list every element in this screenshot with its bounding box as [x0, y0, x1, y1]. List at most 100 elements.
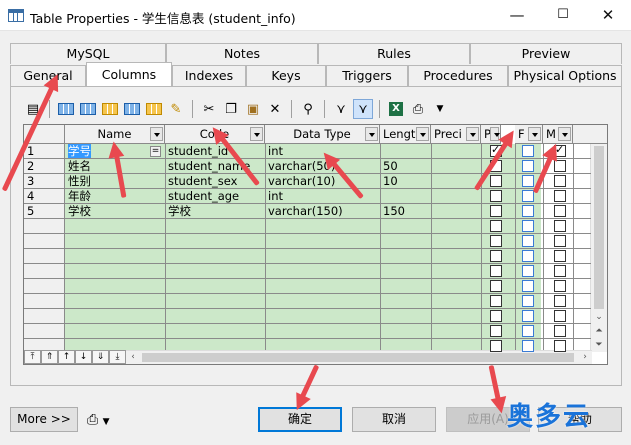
print-icon[interactable]: ⎙ [408, 99, 428, 119]
primary-checkbox[interactable] [490, 265, 502, 277]
primary-checkbox[interactable] [490, 175, 502, 187]
cell-length[interactable] [380, 189, 431, 204]
cell-code[interactable]: 学校 [165, 204, 265, 219]
tab-columns[interactable]: Columns [86, 62, 172, 86]
minimize-button[interactable]: — [494, 0, 540, 31]
scroll-top-arrow-icon[interactable]: ⏶ [591, 324, 607, 338]
dropdown-icon[interactable] [558, 127, 571, 141]
scroll-left-arrow-icon[interactable]: ‹ [126, 351, 140, 364]
mandatory-checkbox[interactable] [554, 325, 566, 337]
key-icon[interactable]: ✎ [166, 99, 186, 119]
foreign-checkbox[interactable] [522, 340, 534, 352]
dropdown-icon[interactable] [365, 127, 378, 141]
move-page-up-icon[interactable]: ⇑ [41, 350, 58, 364]
dropdown-icon[interactable] [250, 127, 263, 141]
primary-checkbox[interactable] [490, 220, 502, 232]
mandatory-checkbox[interactable] [554, 205, 566, 217]
row-number[interactable]: 5 [24, 204, 65, 219]
tab-keys[interactable]: Keys [246, 65, 326, 86]
foreign-checkbox[interactable] [522, 220, 534, 232]
cell-name[interactable]: 学校 [65, 204, 165, 219]
mandatory-checkbox[interactable] [554, 340, 566, 352]
row-number[interactable] [24, 279, 65, 294]
scroll-down-arrow-icon[interactable]: ⌄ [591, 310, 607, 324]
row-number[interactable]: 2 [24, 159, 65, 174]
edit-ellipsis-button[interactable]: = [150, 146, 161, 157]
cell-name[interactable]: 性别 [65, 174, 165, 189]
move-bottom-icon[interactable]: ⤓ [109, 350, 126, 364]
foreign-checkbox[interactable] [522, 205, 534, 217]
foreign-checkbox[interactable] [522, 295, 534, 307]
primary-checkbox[interactable] [490, 295, 502, 307]
row-number[interactable]: 3 [24, 174, 65, 189]
tab-preview[interactable]: Preview [470, 43, 622, 64]
cell-length[interactable]: 150 [380, 204, 431, 219]
mandatory-checkbox[interactable] [554, 160, 566, 172]
move-down-icon[interactable]: ↓ [75, 350, 92, 364]
tab-physical-options[interactable]: Physical Options [508, 65, 622, 86]
tab-mysql[interactable]: MySQL [10, 43, 166, 64]
foreign-checkbox[interactable] [522, 250, 534, 262]
print-options-icon[interactable]: ⎙ ▼ [87, 412, 110, 428]
foreign-checkbox[interactable] [522, 280, 534, 292]
row-number[interactable] [24, 294, 65, 309]
cell-data-type[interactable]: varchar(150) [265, 204, 380, 219]
dropdown-icon[interactable] [150, 127, 163, 141]
foreign-checkbox[interactable] [522, 235, 534, 247]
cell-length[interactable]: 10 [380, 174, 431, 189]
foreign-checkbox[interactable] [522, 145, 534, 157]
foreign-checkbox[interactable] [522, 175, 534, 187]
primary-checkbox[interactable] [490, 280, 502, 292]
primary-checkbox[interactable] [490, 235, 502, 247]
mandatory-checkbox[interactable] [554, 310, 566, 322]
primary-checkbox[interactable] [490, 340, 502, 352]
dropdown-icon[interactable] [528, 127, 541, 141]
tab-indexes[interactable]: Indexes [172, 65, 246, 86]
scroll-right-arrow-icon[interactable]: › [578, 351, 592, 364]
primary-checkbox[interactable] [490, 190, 502, 202]
customize-columns-icon[interactable]: ⋎ [353, 99, 373, 119]
dropdown-arrow-icon[interactable]: ▼ [430, 99, 450, 119]
foreign-checkbox[interactable] [522, 160, 534, 172]
primary-checkbox[interactable] [490, 205, 502, 217]
header-data-type[interactable]: Data Type [265, 125, 380, 144]
tab-rules[interactable]: Rules [318, 43, 470, 64]
scroll-thumb[interactable] [142, 353, 574, 362]
header-precision[interactable]: Preci [431, 125, 481, 144]
tools-icon[interactable] [144, 99, 164, 119]
foreign-checkbox[interactable] [522, 190, 534, 202]
cell-code[interactable]: student_age [165, 189, 265, 204]
move-up-icon[interactable]: ↑ [58, 350, 75, 364]
mandatory-checkbox[interactable] [554, 175, 566, 187]
tab-notes[interactable]: Notes [166, 43, 318, 64]
mandatory-checkbox[interactable] [554, 265, 566, 277]
scroll-bottom-arrow-icon[interactable]: ⏷ [591, 338, 607, 352]
add-row-icon[interactable] [78, 99, 98, 119]
foreign-checkbox[interactable] [522, 265, 534, 277]
foreign-checkbox[interactable] [522, 310, 534, 322]
mandatory-checkbox[interactable] [554, 190, 566, 202]
add-column-icon[interactable] [122, 99, 142, 119]
primary-checkbox[interactable] [490, 250, 502, 262]
mandatory-checkbox[interactable] [554, 295, 566, 307]
row-number[interactable]: 4 [24, 189, 65, 204]
move-top-icon[interactable]: ⤒ [24, 350, 41, 364]
cell-data-type[interactable]: varchar(10) [265, 174, 380, 189]
delete-row-icon[interactable] [100, 99, 120, 119]
delete-icon[interactable]: ✕ [265, 99, 285, 119]
cut-icon[interactable]: ✂ [199, 99, 219, 119]
primary-checkbox[interactable] [490, 325, 502, 337]
columns-grid[interactable]: Name Code Data Type Lengt Preci P F M 1 … [23, 124, 608, 365]
copy-icon[interactable]: ❐ [221, 99, 241, 119]
maximize-button[interactable]: ☐ [540, 0, 586, 31]
cell-code[interactable]: student_id [165, 144, 265, 159]
header-length[interactable]: Lengt [380, 125, 431, 144]
cancel-button[interactable]: 取消 [352, 407, 436, 432]
cell-length[interactable] [380, 144, 431, 159]
dropdown-icon[interactable] [416, 127, 429, 141]
more-button[interactable]: More >> [10, 407, 78, 432]
find-icon[interactable]: ⚲ [298, 99, 318, 119]
mandatory-checkbox[interactable] [554, 220, 566, 232]
tab-triggers[interactable]: Triggers [326, 65, 408, 86]
row-number[interactable] [24, 309, 65, 324]
